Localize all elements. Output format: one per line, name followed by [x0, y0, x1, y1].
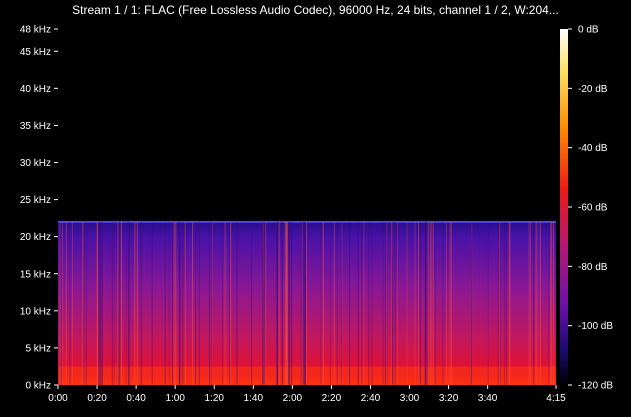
x-tick-label: 2:20: [322, 393, 342, 404]
colorbar-axis: 0 dB -20 dB -40 dB -60 dB -80 dB -100 dB -120 …: [568, 25, 613, 392]
colorbar: [560, 29, 568, 385]
x-tick-label: 2:40: [361, 393, 381, 404]
spectral-content: [57, 220, 556, 385]
x-axis: 0:00 0:20 0:40 1:00 1:20 1:40 2:00 2:20 2:40 3:00…: [48, 385, 566, 404]
y-tick-label: 0 kHz: [25, 381, 51, 392]
y-tick-label: 5 kHz: [25, 343, 51, 354]
y-tick-label: 40 kHz: [20, 84, 51, 95]
x-tick-label: 1:20: [205, 393, 225, 404]
y-tick-label: 10 kHz: [20, 306, 51, 317]
x-tick-label: 3:20: [439, 393, 459, 404]
colorbar-tick-label: -120 dB: [578, 381, 613, 392]
low-frequency-energy: [58, 366, 556, 385]
colorbar-tick-label: 0 dB: [578, 25, 599, 36]
x-tick-label: 3:00: [400, 393, 420, 404]
colorbar-tick-label: -40 dB: [578, 143, 608, 154]
colorbar-tick-label: -100 dB: [578, 321, 613, 332]
y-tick-label: 30 kHz: [20, 158, 51, 169]
y-tick-label: 25 kHz: [20, 195, 51, 206]
colorbar-tick-label: -80 dB: [578, 262, 608, 273]
y-tick-label: 20 kHz: [20, 232, 51, 243]
x-tick-label: 3:40: [478, 393, 498, 404]
x-tick-label: 1:00: [165, 393, 185, 404]
x-tick-label: 4:15: [546, 393, 566, 404]
x-tick-label: 0:20: [87, 393, 107, 404]
y-tick-label: 45 kHz: [20, 47, 51, 58]
colorbar-tick-label: -20 dB: [578, 84, 608, 95]
x-tick-label: 0:00: [48, 393, 68, 404]
spectrogram-chart: 0:00 0:20 0:40 1:00 1:20 1:40 2:00 2:20 2:40 3:00…: [20, 25, 613, 405]
x-tick-label: 1:40: [244, 393, 264, 404]
y-tick-label: 35 kHz: [20, 121, 51, 132]
y-tick-label: 15 kHz: [20, 269, 51, 280]
x-tick-label: 2:00: [283, 393, 303, 404]
colorbar-tick-label: -60 dB: [578, 203, 608, 214]
spectral-energy-band: [58, 221, 556, 385]
x-tick-label: 0:40: [126, 393, 146, 404]
y-axis: 0 kHz 5 kHz 10 kHz 15 kHz 20 kHz 25 kHz 30 kHz…: [20, 25, 58, 392]
y-tick-label: 48 kHz: [20, 25, 51, 36]
